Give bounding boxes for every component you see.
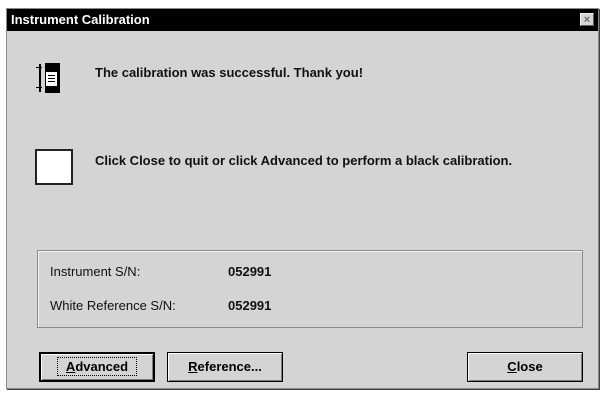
close-button[interactable]: Close — [467, 352, 583, 382]
white-reference-sn-value: 052991 — [228, 298, 272, 313]
success-message: The calibration was successful. Thank yo… — [95, 65, 364, 80]
instrument-sn-label: Instrument S/N: — [50, 264, 141, 279]
advanced-button-label: Advanced — [56, 357, 138, 376]
title-bar: Instrument Calibration × — [7, 9, 598, 31]
reference-button[interactable]: Reference... — [167, 352, 283, 382]
blank-status-icon — [35, 149, 73, 185]
window-title: Instrument Calibration — [11, 12, 150, 27]
instrument-sn-row: Instrument S/N: 052991 — [50, 264, 271, 279]
close-window-icon[interactable]: × — [580, 13, 594, 26]
advanced-button[interactable]: Advanced — [39, 352, 155, 382]
white-reference-sn-row: White Reference S/N: 052991 — [50, 298, 271, 313]
instruction-message: Click Close to quit or click Advanced to… — [95, 153, 513, 168]
serial-info-group: Instrument S/N: 052991 White Reference S/… — [37, 250, 583, 328]
instrument-sn-value: 052991 — [228, 264, 272, 279]
calibration-dialog: Instrument Calibration × The calibration… — [6, 8, 599, 389]
white-reference-sn-label: White Reference S/N: — [50, 298, 176, 313]
document-icon — [35, 61, 60, 95]
